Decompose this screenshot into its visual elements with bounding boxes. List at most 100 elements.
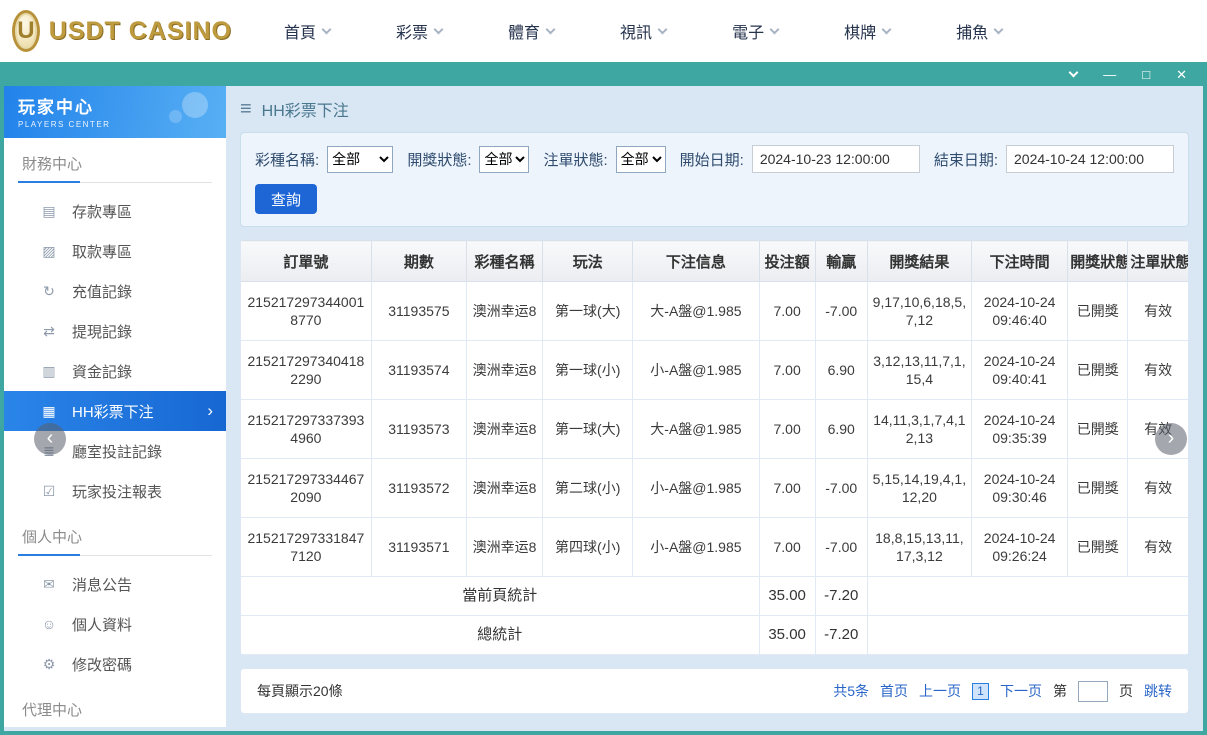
nav-item-home[interactable]: 首頁 bbox=[284, 19, 332, 43]
sidebar-item-label: 資金記錄 bbox=[72, 363, 133, 381]
next-page-link[interactable]: 下一页 bbox=[1000, 681, 1042, 701]
usdt-casino-logo-icon: U bbox=[12, 10, 40, 52]
current-page-indicator[interactable]: 1 bbox=[972, 682, 989, 700]
column-header: 下注時間 bbox=[970, 240, 1069, 282]
app-window: — □ ✕ 玩家中心 PLAYERS CENTER 財務中心 ▤ 存款專區 ▨ 取款專… bbox=[0, 62, 1207, 735]
table-cell: 5,15,14,19,4,1,12,20 bbox=[866, 458, 973, 518]
sidebar-item-label: 個人資料 bbox=[72, 616, 133, 634]
table-cell: 3,12,13,11,7,1,15,4 bbox=[866, 340, 973, 400]
jump-page-input[interactable] bbox=[1078, 680, 1108, 702]
nav-item-label: 捕魚 bbox=[956, 25, 989, 42]
sidebar-item-label: 充值記錄 bbox=[72, 283, 133, 301]
table-cell: 31193575 bbox=[370, 281, 467, 341]
sidebar-item-funds-record[interactable]: ▥ 資金記錄 bbox=[4, 351, 226, 391]
main-nav: 首頁 彩票 體育 視訊 電子 棋牌 捕魚 bbox=[284, 19, 1004, 43]
table-cell: 已開獎 bbox=[1067, 399, 1129, 459]
sidebar-item-label: 提現記錄 bbox=[72, 323, 133, 341]
summary-win-loss: -7.20 bbox=[814, 615, 868, 655]
table-cell: 31193572 bbox=[370, 458, 467, 518]
finance-menu: ▤存款專區▨取款專區↻充值記錄⇄提現記錄▥資金記錄▦HH彩票下注›≣廳室投註記錄… bbox=[4, 183, 226, 511]
table-cell: 2024-10-24 09:35:39 bbox=[970, 399, 1069, 459]
window-maximize-button[interactable]: □ bbox=[1142, 68, 1150, 81]
column-header: 期數 bbox=[370, 240, 467, 282]
window-collapse-button[interactable] bbox=[1068, 67, 1079, 77]
page-prefix-label: 第 bbox=[1053, 683, 1067, 699]
table-cell: 已開獎 bbox=[1067, 517, 1129, 577]
sidebar-item-deposit[interactable]: ▤ 存款專區 bbox=[4, 191, 226, 231]
sidebar-item-cashout-record[interactable]: ⇄ 提現記錄 bbox=[4, 311, 226, 351]
nav-item-fishing[interactable]: 捕魚 bbox=[956, 19, 1004, 43]
search-button[interactable]: 查詢 bbox=[255, 184, 317, 214]
window-close-button[interactable]: ✕ bbox=[1176, 68, 1187, 81]
sidebar-item-profile[interactable]: ☺ 個人資料 bbox=[4, 604, 226, 644]
table-cell: 31193574 bbox=[370, 340, 467, 400]
players-center-subtitle: PLAYERS CENTER bbox=[18, 120, 111, 129]
summary-row: 總統計 35.00 -7.20 bbox=[241, 615, 1188, 655]
nav-item-slots[interactable]: 電子 bbox=[732, 19, 780, 43]
summary-label: 當前頁統計 bbox=[241, 576, 760, 616]
user-icon: ☺ bbox=[41, 616, 57, 632]
chevron-down-icon bbox=[321, 24, 332, 34]
sidebar-item-hh-lottery-bets[interactable]: ▦ HH彩票下注 › bbox=[4, 391, 226, 431]
draw-status-select[interactable]: 全部 bbox=[479, 145, 530, 173]
scroll-right-arrow[interactable]: › bbox=[1155, 423, 1187, 455]
sidebar-item-player-bet-report[interactable]: ☑ 玩家投注報表 bbox=[4, 471, 226, 511]
table-cell: 已開獎 bbox=[1067, 458, 1129, 518]
nav-item-label: 視訊 bbox=[620, 25, 653, 42]
table-cell: 大-A盤@1.985 bbox=[632, 281, 760, 341]
logo[interactable]: U USDT CASINO bbox=[0, 10, 232, 52]
first-page-link[interactable]: 首页 bbox=[880, 681, 908, 701]
table-cell: 2152172973318477120 bbox=[241, 517, 372, 577]
table-row: 2152172973440018770 31193575 澳洲幸运8 第一球(大) 大-… bbox=[241, 281, 1188, 341]
lottery-bets-icon: ▦ bbox=[42, 402, 56, 419]
prev-page-link[interactable]: 上一页 bbox=[919, 681, 961, 701]
nav-item-live-video[interactable]: 視訊 bbox=[620, 19, 668, 43]
start-date-input[interactable] bbox=[751, 145, 920, 173]
section-finance-center: 財務中心 bbox=[18, 153, 212, 183]
nav-item-board-games[interactable]: 棋牌 bbox=[844, 19, 892, 43]
nav-item-lottery[interactable]: 彩票 bbox=[396, 19, 444, 43]
table-cell: 小-A盤@1.985 bbox=[632, 517, 760, 577]
table-cell: -7.00 bbox=[814, 458, 868, 518]
sidebar-item-recharge-record[interactable]: ↻ 充值記錄 bbox=[4, 271, 226, 311]
table-cell: 第一球(大) bbox=[542, 281, 634, 341]
window-minimize-button[interactable]: — bbox=[1103, 68, 1116, 81]
sidebar-item-change-password[interactable]: ⚙ 修改密碼 bbox=[4, 644, 226, 684]
table-cell: 14,11,3,1,7,4,12,13 bbox=[866, 399, 973, 459]
draw-status-label: 開獎狀態: bbox=[407, 151, 472, 169]
table-cell: 第一球(小) bbox=[542, 340, 634, 400]
pagination-bar: 每頁顯示20條 共5条 首页 上一页 1 下一页 第 页 跳转 bbox=[240, 668, 1189, 714]
cashout-record-icon: ⇄ bbox=[43, 322, 55, 339]
table-cell: 大-A盤@1.985 bbox=[632, 399, 760, 459]
sidebar-item-announcements[interactable]: ✉ 消息公告 bbox=[4, 564, 226, 604]
bet-status-select[interactable]: 全部 bbox=[615, 145, 666, 173]
summary-empty-cell bbox=[866, 576, 1188, 616]
table-cell: 有效 bbox=[1127, 340, 1188, 400]
sidebar-item-label: 消息公告 bbox=[72, 576, 133, 594]
jump-button[interactable]: 跳转 bbox=[1144, 681, 1172, 701]
table-cell: 2152172973373934960 bbox=[241, 399, 372, 459]
nav-item-label: 彩票 bbox=[396, 25, 429, 42]
column-header: 下注信息 bbox=[632, 240, 760, 282]
logo-text: USDT CASINO bbox=[48, 16, 232, 45]
scroll-left-arrow[interactable]: ‹ bbox=[34, 423, 66, 455]
table-cell: 第二球(小) bbox=[542, 458, 634, 518]
recharge-record-icon: ↻ bbox=[43, 282, 55, 299]
table-cell: 2024-10-24 09:30:46 bbox=[970, 458, 1069, 518]
column-header: 注單狀態 bbox=[1127, 240, 1188, 282]
nav-item-label: 棋牌 bbox=[844, 25, 877, 42]
table-cell: -7.00 bbox=[814, 281, 868, 341]
column-header: 玩法 bbox=[542, 240, 634, 282]
menu-toggle-icon[interactable]: ≡ bbox=[240, 99, 252, 119]
sidebar-item-withdraw[interactable]: ▨ 取款專區 bbox=[4, 231, 226, 271]
nav-item-sports[interactable]: 體育 bbox=[508, 19, 556, 43]
table-cell: 澳洲幸运8 bbox=[465, 281, 544, 341]
chevron-down-icon bbox=[993, 24, 1004, 34]
table-cell: 有效 bbox=[1127, 517, 1188, 577]
column-header: 投注額 bbox=[758, 240, 816, 282]
chevron-down-icon bbox=[433, 24, 444, 34]
lottery-name-select[interactable]: 全部 bbox=[327, 145, 394, 173]
end-date-input[interactable] bbox=[1006, 145, 1174, 173]
table-cell: 18,8,15,13,11,17,3,12 bbox=[866, 517, 973, 577]
sidebar-item-label: 廳室投註記錄 bbox=[72, 443, 163, 461]
